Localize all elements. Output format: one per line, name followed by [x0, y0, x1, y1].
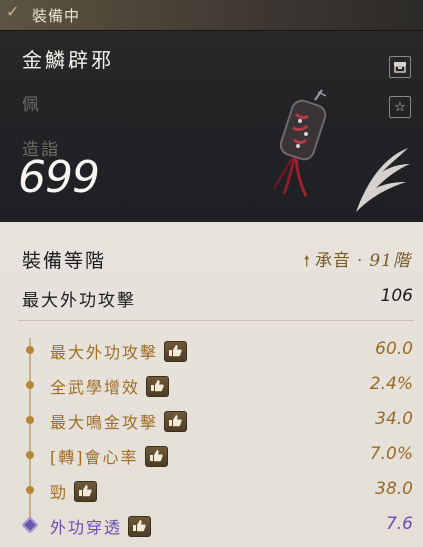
stat-label: 勁: [50, 479, 98, 504]
item-header: ✓ 裝備中 金鱗辟邪 佩 造詣 699 ☆: [0, 0, 423, 222]
stat-row: 最大外功攻擊 60.0: [0, 336, 423, 364]
stat-row: 外功穿透 7.6: [0, 511, 423, 539]
thumbs-up-icon[interactable]: [128, 516, 152, 537]
stat-value: 2.4%: [369, 374, 413, 394]
primary-stat-label: 最大外功攻擊: [22, 291, 136, 311]
stat-label: 最大鳴金攻擊: [50, 409, 188, 434]
stat-value: 38.0: [375, 479, 413, 499]
equip-status-label: 裝備中: [32, 7, 81, 25]
stat-bullet: [26, 451, 34, 459]
item-tooltip: ✓ 裝備中 金鱗辟邪 佩 造詣 699 ☆ 裝備等階 🠕 承音 · 91階 最大…: [0, 0, 423, 547]
storage-icon[interactable]: [389, 56, 411, 78]
stat-label-text: 全武學增效: [50, 378, 141, 397]
item-pendant-image: [273, 89, 327, 197]
special-stat-icon: [21, 516, 39, 534]
stats-panel: 裝備等階 🠕 承音 · 91階 最大外功攻擊 106 最大外功攻擊 60.0 全武學增…: [0, 222, 423, 547]
thumbs-up-icon[interactable]: [164, 411, 188, 432]
slot-type: 佩: [22, 95, 41, 115]
grade-separator: ·: [356, 251, 364, 271]
stat-bullet: [26, 346, 34, 354]
stat-bullet: [26, 416, 34, 424]
grade-level: 91階: [369, 251, 411, 271]
up-arrow-icon: 🠕: [303, 252, 311, 270]
stat-label-text: 外功穿透: [50, 518, 123, 537]
stat-label-text: [轉]會心率: [50, 448, 139, 467]
stat-label: [轉]會心率: [50, 444, 168, 469]
stat-label-text: 最大外功攻擊: [50, 343, 159, 362]
craft-score: 699: [18, 152, 100, 203]
stat-label-text: 勁: [50, 483, 69, 502]
wing-emblem-icon: [356, 148, 410, 212]
grade-value: 🠕 承音 · 91階: [304, 246, 411, 276]
thumbs-up-icon[interactable]: [146, 376, 170, 397]
star-icon[interactable]: ☆: [389, 96, 411, 118]
grade-name: 承音: [314, 251, 351, 271]
stat-row: 全武學增效 2.4%: [0, 371, 423, 399]
thumbs-up-icon[interactable]: [144, 446, 168, 467]
stat-value: 7.6: [385, 514, 413, 534]
stat-value: 7.0%: [369, 444, 413, 464]
stat-row: [轉]會心率 7.0%: [0, 441, 423, 469]
stat-label: 全武學增效: [50, 374, 170, 399]
thumbs-up-icon[interactable]: [74, 481, 98, 502]
stat-bullet: [26, 486, 34, 494]
stat-value: 34.0: [375, 409, 413, 429]
divider: [18, 320, 414, 321]
stat-value: 60.0: [375, 339, 413, 359]
item-name: 金鱗辟邪: [22, 48, 114, 72]
primary-stat-value: 106: [380, 286, 413, 306]
check-icon: ✓: [6, 2, 20, 21]
equip-status-bar: ✓ 裝備中: [0, 0, 423, 31]
stat-row: 勁 38.0: [0, 476, 423, 504]
stat-label: 外功穿透: [50, 514, 152, 539]
stat-bullet: [26, 381, 34, 389]
stat-label: 最大外功攻擊: [50, 339, 188, 364]
thumbs-up-icon[interactable]: [164, 341, 188, 362]
grade-label: 裝備等階: [22, 250, 107, 272]
stat-label-text: 最大鳴金攻擊: [50, 413, 159, 432]
stat-row: 最大鳴金攻擊 34.0: [0, 406, 423, 434]
